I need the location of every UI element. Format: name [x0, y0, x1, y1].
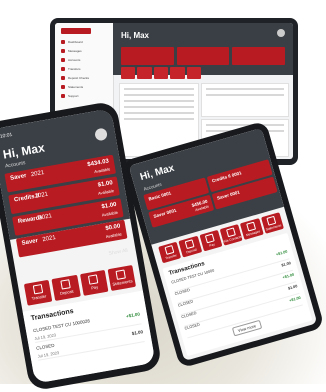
transactions-title: Transactions: [30, 307, 75, 323]
transfer-button[interactable]: Transfer: [23, 279, 53, 306]
quick-actions: [121, 67, 202, 79]
sidebar-item[interactable]: Support: [61, 93, 107, 99]
statements-icon: [61, 85, 65, 89]
deposit-icon: [60, 279, 71, 290]
messages-button[interactable]: Messages: [240, 218, 264, 240]
sidebar-item[interactable]: Transfers: [61, 66, 107, 72]
accounts-label: Accounts: [4, 160, 26, 170]
dashboard-icon: [61, 40, 65, 44]
transfer-icon: [32, 284, 43, 295]
sidebar-item[interactable]: Dashboard: [61, 39, 107, 45]
transfer-button[interactable]: Transfer: [158, 241, 182, 264]
greeting: Hi, Max: [1, 140, 46, 162]
statements-button[interactable]: Statements: [260, 212, 284, 234]
brand-logo: [61, 28, 91, 34]
action-button[interactable]: [137, 67, 152, 79]
action-button[interactable]: [153, 67, 169, 79]
deposit-button[interactable]: Deposit: [178, 235, 202, 258]
action-button[interactable]: [170, 67, 185, 79]
action-button[interactable]: [121, 67, 136, 79]
show-all-link[interactable]: Show All: [108, 248, 128, 257]
pay-button[interactable]: Pay: [79, 269, 109, 296]
account-card[interactable]: [121, 47, 174, 65]
messages-panel: [201, 83, 289, 117]
pay-button[interactable]: Pay: [199, 229, 223, 252]
account-cards: [121, 47, 286, 65]
sidebar-item[interactable]: Accounts: [61, 57, 107, 63]
account-card[interactable]: [232, 47, 286, 65]
avatar[interactable]: [94, 127, 109, 142]
deposit-button[interactable]: Deposit: [51, 274, 81, 301]
statements-button[interactable]: Statements: [107, 265, 137, 292]
transfer-icon: [61, 67, 65, 71]
transactions-panel: Transactions CLOSED TEST CU 1000026 +$1.…: [22, 290, 156, 384]
status-time: 10:01: [0, 131, 13, 140]
pay-icon: [88, 274, 99, 285]
sidebar-item[interactable]: Deposit Checks: [61, 75, 107, 81]
greeting: Hi, Max: [121, 31, 150, 40]
action-button[interactable]: [186, 67, 202, 79]
statements-icon: [115, 269, 127, 280]
accounts-icon: [61, 58, 65, 62]
deposit-icon: [61, 76, 65, 80]
sidebar-item[interactable]: Statements: [61, 84, 107, 90]
greeting: Hi, Max: [138, 162, 176, 183]
contacts-button[interactable]: File Contacts: [219, 224, 243, 246]
messages-icon: [61, 49, 65, 53]
account-card[interactable]: [176, 47, 230, 65]
sidebar-item[interactable]: Messages: [61, 48, 107, 54]
desktop-header: Hi, Max: [113, 23, 293, 79]
support-icon: [61, 94, 65, 98]
avatar[interactable]: [277, 29, 285, 37]
